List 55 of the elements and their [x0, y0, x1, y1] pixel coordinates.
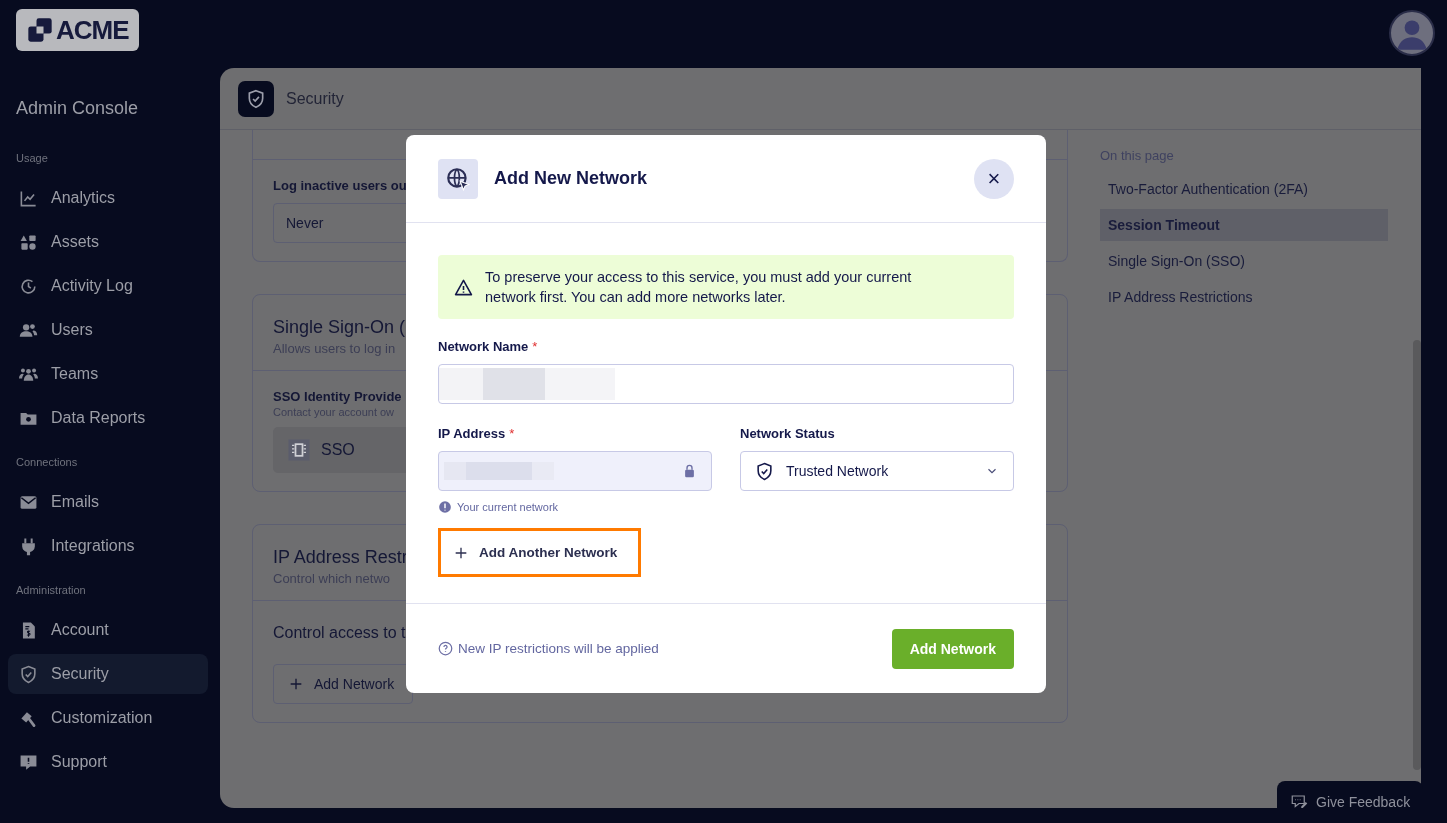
acme-logo[interactable]: ACME	[16, 9, 139, 51]
sidebar-item[interactable]: Support	[8, 742, 208, 782]
chat-edit-icon	[1290, 793, 1308, 811]
card-title: Single Sign-On (	[273, 317, 406, 338]
section-label: Usage	[15, 151, 49, 166]
scrollbar-thumb[interactable]	[1413, 340, 1421, 770]
sidebar-item[interactable]: Emails	[8, 482, 208, 522]
sidebar-item[interactable]: Integrations	[8, 526, 208, 566]
sidebar-item[interactable]: Assets	[8, 222, 208, 262]
section-label: Administration	[15, 583, 87, 598]
help-icon	[438, 641, 453, 656]
card-title: IP Address Restr	[273, 547, 408, 568]
required-asterisk: *	[532, 339, 538, 354]
sidebar-item[interactable]: Analytics	[8, 178, 208, 218]
field-label: Log inactive users ou	[273, 178, 407, 193]
sidebar-item[interactable]: Users	[8, 310, 208, 350]
page-title: Security	[286, 89, 344, 108]
chart-icon	[19, 188, 38, 208]
alert-message: To preserve your access to this service, you must add your current network first. You can add more networks later.	[485, 268, 913, 307]
section-label: Connections	[15, 455, 79, 470]
blocks-icon	[19, 232, 38, 252]
network-status-select[interactable]: Trusted Network	[740, 451, 1014, 491]
sidebar-item[interactable]: Account	[8, 610, 208, 650]
field-label: SSO Identity Provide	[273, 389, 402, 404]
ip-address-field[interactable]	[438, 451, 712, 491]
helper-text: Your current network	[457, 501, 559, 513]
clock-icon	[19, 276, 38, 296]
user-avatar[interactable]	[1389, 10, 1435, 56]
plug-icon	[19, 536, 38, 556]
console-title: Admin Console	[15, 97, 140, 120]
sidebar-item[interactable]: Customization	[8, 698, 208, 738]
field-label: Network Status	[740, 426, 836, 441]
sidebar-item[interactable]: Data Reports	[8, 398, 208, 438]
lock-icon	[682, 463, 697, 479]
shield-icon	[755, 461, 774, 481]
add-another-network-button[interactable]: Add Another Network	[438, 528, 641, 577]
network-name-field[interactable]	[438, 364, 1014, 404]
footer-note: New IP restrictions will be applied	[458, 641, 659, 656]
field-label: IP Address	[438, 426, 506, 441]
field-label: Network Name	[438, 339, 529, 354]
shield-icon	[246, 88, 266, 109]
warning-icon	[454, 277, 473, 297]
chat-bubble-icon	[19, 752, 38, 772]
dialog-title: Add New Network	[494, 168, 649, 189]
logo-mark-icon	[26, 16, 54, 44]
info-icon	[438, 500, 452, 514]
required-asterisk: *	[509, 426, 515, 441]
globe-cursor-icon	[445, 165, 471, 192]
plus-icon	[288, 676, 304, 692]
close-button[interactable]: ×	[974, 158, 1014, 199]
sidebar-item[interactable]: Teams	[8, 354, 208, 394]
card-text: Control access to t	[273, 623, 406, 643]
sidebar-item[interactable]: Activity Log	[8, 266, 208, 306]
sidebar-item[interactable]: Security	[8, 654, 208, 694]
shield-icon	[19, 664, 38, 684]
